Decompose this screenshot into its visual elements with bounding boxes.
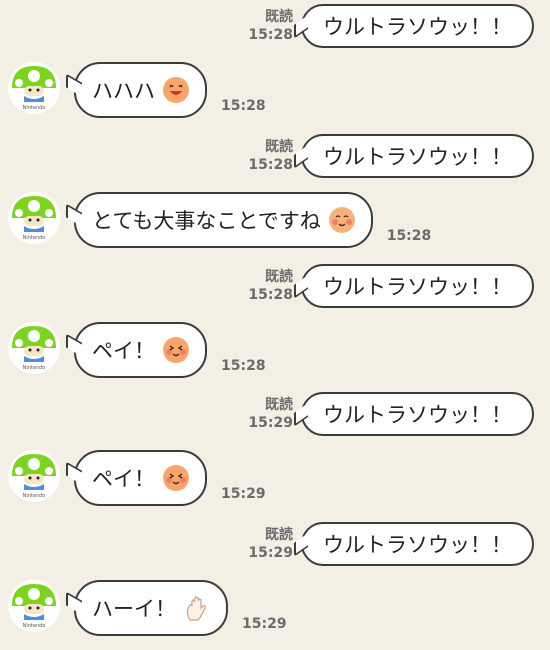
received-bubble[interactable]: ハーイ！: [74, 580, 228, 636]
message-meta: 既読 15:29: [248, 396, 293, 432]
message-time: 15:28: [248, 27, 293, 43]
message-time: 15:29: [248, 545, 293, 561]
avatar[interactable]: Nintendo: [8, 62, 60, 114]
message-text: ウルトラソウッ！！: [323, 15, 512, 39]
mushroom-avatar-icon: Nintendo: [12, 454, 56, 499]
message-text: ウルトラソウッ！！: [323, 403, 512, 427]
smiling-face-icon: [163, 465, 189, 491]
received-message-row: Nintendo ペイ！ 15:29: [8, 450, 266, 506]
message-time: 15:29: [248, 415, 293, 431]
sent-message-row: 既読 15:29 ウルトラソウッ！！: [248, 522, 534, 566]
message-text: ペイ！: [92, 467, 155, 491]
svg-text:Nintendo: Nintendo: [23, 105, 46, 111]
svg-text:Nintendo: Nintendo: [23, 235, 46, 241]
sent-bubble[interactable]: ウルトラソウッ！！: [301, 264, 534, 308]
sent-message-row: 既読 15:29 ウルトラソウッ！！: [248, 392, 534, 436]
avatar[interactable]: Nintendo: [8, 322, 60, 374]
read-receipt: 既読: [265, 9, 293, 25]
message-meta: 既読 15:28: [248, 138, 293, 174]
message-meta: 既読 15:29: [248, 526, 293, 562]
sent-bubble[interactable]: ウルトラソウッ！！: [301, 392, 534, 436]
message-text: ハハハ: [92, 79, 155, 103]
message-text: ハーイ！: [92, 597, 176, 621]
mushroom-avatar-icon: Nintendo: [12, 584, 56, 629]
received-bubble[interactable]: とても大事なことですね: [74, 192, 373, 248]
received-bubble[interactable]: ハハハ: [74, 62, 207, 118]
message-meta: 既読 15:28: [248, 268, 293, 304]
chat-view: 既読 15:28 ウルトラソウッ！！ Nintendo ハハハ 15:28 既読…: [0, 0, 550, 650]
mushroom-avatar-icon: Nintendo: [12, 66, 56, 111]
avatar[interactable]: Nintendo: [8, 192, 60, 244]
received-message-row: Nintendo ペイ！ 15:28: [8, 322, 266, 378]
received-message-row: Nintendo ハーイ！ 15:29: [8, 580, 287, 636]
grinning-face-icon: [163, 77, 189, 103]
message-text: とても大事なことですね: [92, 209, 321, 233]
avatar[interactable]: Nintendo: [8, 450, 60, 502]
read-receipt: 既読: [265, 527, 293, 543]
sent-bubble[interactable]: ウルトラソウッ！！: [301, 134, 534, 178]
message-text: ウルトラソウッ！！: [323, 275, 512, 299]
message-time: 15:29: [242, 616, 287, 632]
message-time: 15:28: [221, 98, 266, 114]
waving-hand-icon: [186, 596, 206, 621]
sent-message-row: 既読 15:28 ウルトラソウッ！！: [248, 134, 534, 178]
message-time: 15:28: [386, 228, 432, 244]
message-time: 15:28: [221, 358, 266, 374]
read-receipt: 既読: [265, 139, 293, 155]
sent-message-row: 既読 15:28 ウルトラソウッ！！: [248, 4, 534, 48]
svg-text:Nintendo: Nintendo: [23, 493, 46, 499]
svg-text:Nintendo: Nintendo: [23, 623, 46, 629]
read-receipt: 既読: [265, 269, 293, 285]
received-message-row: Nintendo ハハハ 15:28: [8, 62, 266, 118]
sent-bubble[interactable]: ウルトラソウッ！！: [301, 522, 534, 566]
message-time: 15:28: [248, 287, 293, 303]
read-receipt: 既読: [265, 397, 293, 413]
message-text: ウルトラソウッ！！: [323, 145, 512, 169]
smiling-face-icon: [163, 337, 189, 363]
mushroom-avatar-icon: Nintendo: [12, 196, 56, 241]
message-time: 15:29: [221, 486, 266, 502]
received-message-row: Nintendo とても大事なことですね 15:28: [8, 192, 431, 248]
received-bubble[interactable]: ペイ！: [74, 450, 207, 506]
message-text: ウルトラソウッ！！: [323, 533, 512, 557]
mushroom-avatar-icon: Nintendo: [12, 326, 56, 371]
svg-text:Nintendo: Nintendo: [23, 365, 46, 371]
sent-bubble[interactable]: ウルトラソウッ！！: [301, 4, 534, 48]
blushing-face-icon: [328, 207, 355, 233]
avatar[interactable]: Nintendo: [8, 580, 60, 632]
received-bubble[interactable]: ペイ！: [74, 322, 207, 378]
message-text: ペイ！: [92, 339, 155, 363]
message-time: 15:28: [248, 157, 293, 173]
sent-message-row: 既読 15:28 ウルトラソウッ！！: [248, 264, 534, 308]
message-meta: 既読 15:28: [248, 8, 293, 44]
